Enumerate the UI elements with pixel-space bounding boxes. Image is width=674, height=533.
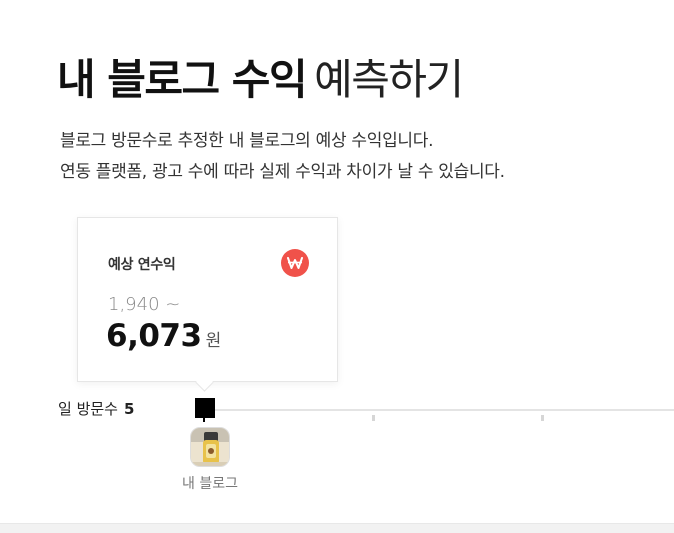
page-title-light: 예측하기 xyxy=(314,55,464,104)
page-title: 내 블로그 수익 예측하기 xyxy=(57,52,464,108)
page-title-bold: 내 블로그 수익 xyxy=(57,55,308,104)
page-description: 블로그 방문수로 추정한 내 블로그의 예상 수익입니다. 연동 플랫폼, 광고… xyxy=(60,126,505,188)
won-icon xyxy=(281,249,309,277)
daily-visits-label: 일 방문수 xyxy=(58,400,118,418)
estimate-range-min: 1,940 ~ xyxy=(108,294,181,315)
description-line-2: 연동 플랫폼, 광고 수에 따라 실제 수익과 차이가 날 수 있습니다. xyxy=(60,162,505,182)
slider-tick xyxy=(541,415,544,421)
estimate-amount: 6,073 xyxy=(106,318,202,354)
visits-slider-track[interactable] xyxy=(196,409,674,411)
blog-avatar-label: 내 블로그 xyxy=(182,476,238,492)
visits-slider-handle[interactable] xyxy=(195,398,215,422)
slider-tick xyxy=(372,415,375,421)
estimate-amount-row: 6,073 원 xyxy=(106,318,221,354)
blog-avatar xyxy=(190,427,230,467)
daily-visits-value: 5 xyxy=(123,400,135,418)
description-line-1: 블로그 방문수로 추정한 내 블로그의 예상 수익입니다. xyxy=(60,131,434,151)
estimate-card: 예상 연수익 1,940 ~ 6,073 원 xyxy=(77,217,338,382)
estimate-unit: 원 xyxy=(205,331,222,351)
estimate-label: 예상 연수익 xyxy=(108,257,176,273)
daily-visits: 일 방문수 5 xyxy=(58,398,134,419)
